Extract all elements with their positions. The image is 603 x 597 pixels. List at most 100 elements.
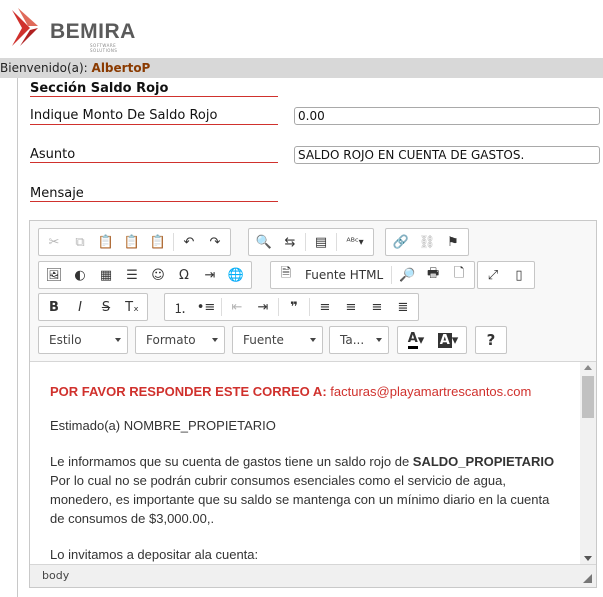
background-color-icon[interactable]: A ▾ [432, 328, 464, 352]
username[interactable]: AlbertoP [92, 61, 151, 75]
logo-mark-icon [12, 8, 38, 46]
separator [221, 298, 222, 316]
strikethrough-icon[interactable]: S [93, 295, 119, 319]
show-blocks-icon[interactable]: ▯ [506, 263, 532, 287]
scroll-thumb[interactable] [582, 376, 594, 418]
remove-format-icon[interactable]: Tₓ [119, 295, 145, 319]
bulleted-list-icon[interactable]: •≡ [193, 295, 219, 319]
amount-input[interactable]: 0.00 [294, 107, 600, 125]
closing-line: Lo invitamos a depositar ala cuenta: [50, 547, 259, 562]
editor-scrollbar[interactable] [580, 361, 596, 564]
chevron-down-icon [212, 338, 218, 342]
reply-email-link[interactable]: facturas@playamartrescantos.com [330, 384, 531, 399]
basic-style-group: B I S Tₓ [38, 293, 148, 321]
align-left-icon[interactable]: ≡ [312, 295, 338, 319]
special-char-icon[interactable]: Ω [171, 263, 197, 287]
format-combo-label: Formato [146, 333, 196, 347]
welcome-prefix: Bienvenido(a): [0, 61, 88, 75]
templates-icon[interactable]: 🗋 [446, 263, 472, 287]
preview-icon[interactable]: 🔎 [394, 263, 420, 287]
message-label: Mensaje [30, 186, 84, 201]
view-group: ⤢ ▯ [477, 261, 535, 289]
rich-text-editor: ✂ ⧉ 📋 📋 📋 ↶ ↷ 🔍 ⇆ ▤ ᴬᴮᶜ▾ 🔗 ⛓ ⚑ 🖼 ◐ ▦ ☰ ☺… [29, 220, 597, 588]
scroll-up-icon[interactable] [584, 365, 592, 370]
separator [278, 298, 279, 316]
maximize-icon[interactable]: ⤢ [480, 263, 506, 287]
saldo-placeholder: SALDO_PROPIETARIO [412, 454, 555, 469]
spellcheck-icon[interactable]: ᴬᴮᶜ▾ [339, 230, 371, 254]
paragraph-group: ⒈ •≡ ⇤ ⇥ ❞ ≡ ≡ ≡ ≣ [164, 293, 419, 321]
reply-notice: POR FAVOR RESPONDER ESTE CORREO A: factu… [50, 384, 560, 399]
table-icon[interactable]: ▦ [93, 263, 119, 287]
separator [173, 233, 174, 251]
justify-icon[interactable]: ≣ [390, 295, 416, 319]
unlink-icon[interactable]: ⛓ [414, 230, 440, 254]
body-text-1: Le informamos que su cuenta de gastos ti… [50, 454, 413, 469]
editor-toolbar: ✂ ⧉ 📋 📋 📋 ↶ ↷ 🔍 ⇆ ▤ ᴬᴮᶜ▾ 🔗 ⛓ ⚑ 🖼 ◐ ▦ ☰ ☺… [30, 221, 596, 361]
image-icon[interactable]: 🖼 [41, 263, 67, 287]
paste-icon[interactable]: 📋 [93, 230, 119, 254]
subject-label-underline [30, 162, 278, 163]
redo-icon[interactable]: ↷ [202, 230, 228, 254]
document-group: 🗎 Fuente HTML 🔎 🖶 🗋 [270, 261, 476, 289]
anchor-flag-icon[interactable]: ⚑ [440, 230, 466, 254]
resize-handle-icon[interactable] [583, 574, 592, 583]
element-path[interactable]: body [42, 569, 69, 582]
outdent-icon[interactable]: ⇤ [224, 295, 250, 319]
cut-icon[interactable]: ✂ [41, 230, 67, 254]
undo-icon[interactable]: ↶ [176, 230, 202, 254]
separator [391, 266, 393, 284]
select-all-icon[interactable]: ▤ [308, 230, 334, 254]
help-group: ? [475, 326, 507, 354]
help-icon[interactable]: ? [478, 328, 504, 352]
subject-input[interactable]: SALDO ROJO EN CUENTA DE GASTOS. [294, 146, 600, 164]
separator [309, 298, 310, 316]
copy-icon[interactable]: ⧉ [67, 230, 93, 254]
paste-text-icon[interactable]: 📋 [119, 230, 145, 254]
bemira-logo: BEMIRA SOFTWARE SOLUTIONS [8, 6, 138, 53]
bold-icon[interactable]: B [41, 295, 67, 319]
align-right-icon[interactable]: ≡ [364, 295, 390, 319]
font-combo[interactable]: Fuente [232, 326, 323, 354]
separator [305, 233, 306, 251]
subject-label: Asunto [30, 147, 76, 162]
text-color-icon[interactable]: A ▾ [400, 328, 432, 352]
chevron-down-icon [310, 338, 316, 342]
page-break-icon[interactable]: ⇥ [197, 263, 223, 287]
iframe-globe-icon[interactable]: 🌐 [223, 263, 249, 287]
horizontal-rule-icon[interactable]: ☰ [119, 263, 145, 287]
italic-icon[interactable]: I [67, 295, 93, 319]
color-group: A ▾ A ▾ [397, 326, 467, 354]
replace-icon[interactable]: ⇆ [277, 230, 303, 254]
paste-word-icon[interactable]: 📋 [145, 230, 171, 254]
scroll-down-icon[interactable] [584, 556, 592, 561]
source-icon[interactable]: 🗎 [273, 263, 299, 287]
insert-group: 🖼 ◐ ▦ ☰ ☺ Ω ⇥ 🌐 [38, 261, 252, 289]
body-text-2: Por lo cual no se podrán cubrir consumos… [50, 473, 550, 526]
source-html-button[interactable]: Fuente HTML [299, 268, 389, 282]
print-icon[interactable]: 🖶 [420, 263, 446, 287]
style-combo-label: Estilo [49, 333, 82, 347]
flash-icon[interactable]: ◐ [67, 263, 93, 287]
chevron-down-icon [376, 338, 382, 342]
section-title: Sección Saldo Rojo [30, 81, 169, 96]
format-combo[interactable]: Formato [135, 326, 225, 354]
find-icon[interactable]: 🔍 [251, 230, 277, 254]
font-combo-label: Fuente [243, 333, 284, 347]
link-group: 🔗 ⛓ ⚑ [385, 228, 469, 256]
indent-icon[interactable]: ⇥ [250, 295, 276, 319]
size-combo[interactable]: Ta... [329, 326, 389, 354]
chevron-down-icon [115, 338, 121, 342]
section-title-underline [30, 96, 278, 97]
greeting: Estimado(a) NOMBRE_PROPIETARIO [50, 418, 276, 433]
numbered-list-icon[interactable]: ⒈ [167, 295, 193, 319]
link-icon[interactable]: 🔗 [388, 230, 414, 254]
blockquote-icon[interactable]: ❞ [281, 295, 307, 319]
style-combo[interactable]: Estilo [38, 326, 128, 354]
align-center-icon[interactable]: ≡ [338, 295, 364, 319]
amount-label-underline [30, 124, 278, 125]
editor-content[interactable]: POR FAVOR RESPONDER ESTE CORREO A: factu… [30, 361, 580, 564]
left-divider [17, 78, 18, 597]
smiley-icon[interactable]: ☺ [145, 263, 171, 287]
logo-text: BEMIRA [50, 20, 136, 43]
